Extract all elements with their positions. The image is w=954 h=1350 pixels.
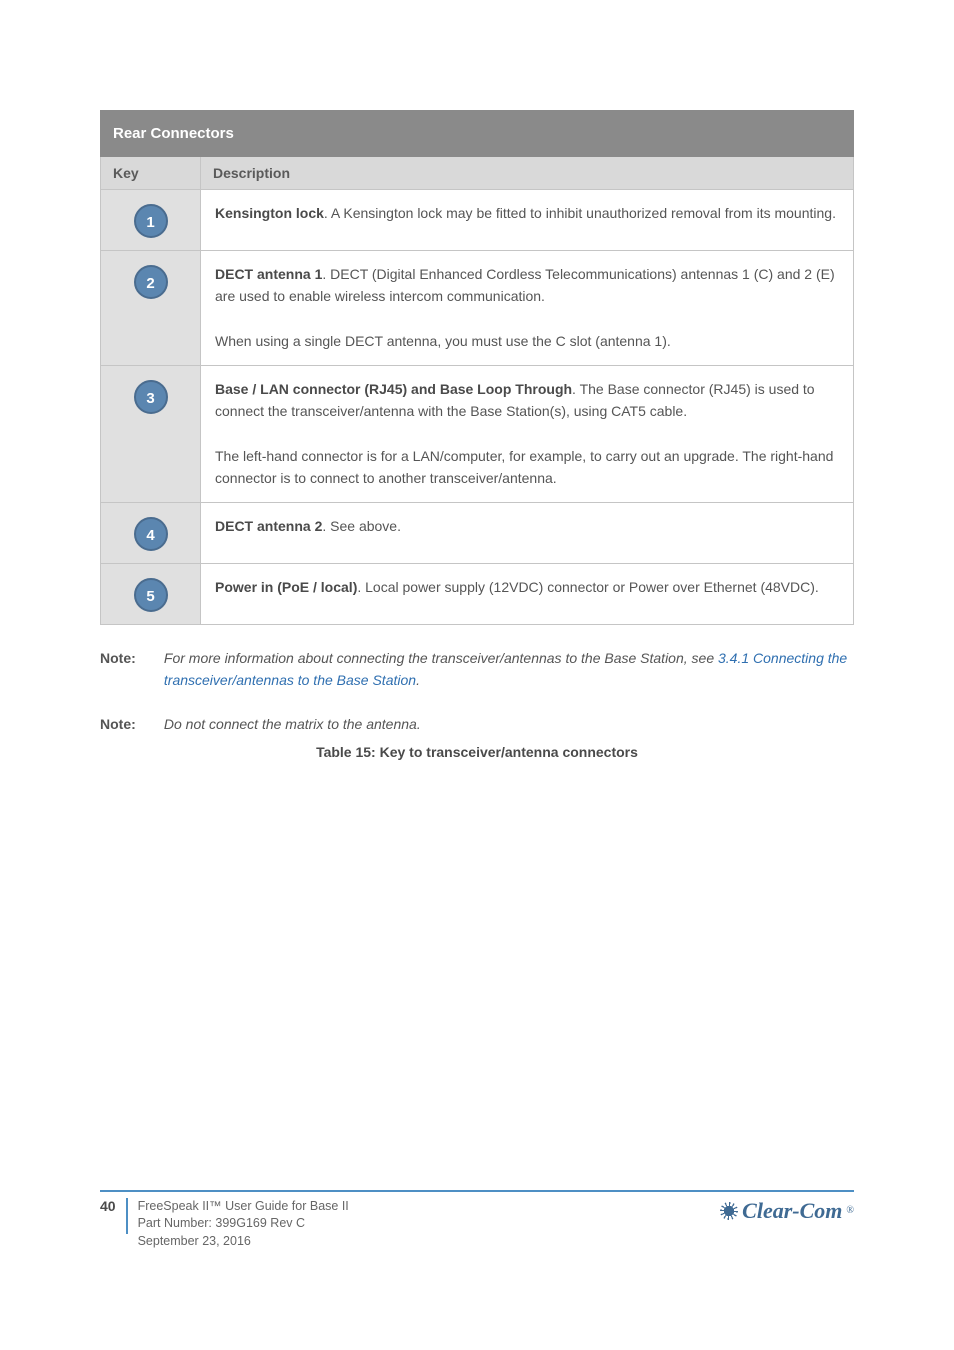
doc-info: FreeSpeak II™ User Guide for Base II Par… — [138, 1198, 349, 1251]
bullet-icon: 5 — [134, 578, 168, 612]
table-caption: Table 15: Key to transceiver/antenna con… — [100, 744, 854, 760]
bullet-icon: 4 — [134, 517, 168, 551]
note-label: Note: — [100, 713, 160, 735]
desc-cell: DECT antenna 2. See above. — [201, 502, 854, 563]
col-header-desc: Description — [201, 157, 854, 190]
brand-logo: Clear-Com® — [720, 1198, 854, 1224]
key-cell: 1 — [101, 190, 201, 251]
footer-divider — [126, 1198, 128, 1234]
page-number: 40 — [100, 1198, 126, 1214]
table-group-header: Rear Connectors — [101, 111, 854, 157]
desc-cell: Power in (PoE / local). Local power supp… — [201, 563, 854, 624]
bullet-icon: 2 — [134, 265, 168, 299]
row-label: DECT antenna 2 — [215, 518, 322, 534]
brand-icon — [720, 1202, 738, 1220]
row-tail: When using a single DECT antenna, you mu… — [215, 333, 671, 349]
note-label: Note: — [100, 647, 160, 669]
bullet-icon: 1 — [134, 204, 168, 238]
col-header-key: Key — [101, 157, 201, 190]
key-cell: 4 — [101, 502, 201, 563]
row-label: DECT antenna 1 — [215, 266, 322, 282]
key-cell: 5 — [101, 563, 201, 624]
table-row: 1 Kensington lock. A Kensington lock may… — [101, 190, 854, 251]
table-row: 4 DECT antenna 2. See above. — [101, 502, 854, 563]
table-row: 3 Base / LAN connector (RJ45) and Base L… — [101, 365, 854, 502]
page-footer: 40 FreeSpeak II™ User Guide for Base II … — [100, 1190, 854, 1251]
rear-connectors-table: Rear Connectors Key Description 1 Kensin… — [100, 110, 854, 625]
footer-rule — [100, 1190, 854, 1192]
note-text: For more information about connecting th… — [164, 647, 848, 692]
bullet-icon: 3 — [134, 380, 168, 414]
table-row: 5 Power in (PoE / local). Local power su… — [101, 563, 854, 624]
row-label: Power in (PoE / local) — [215, 579, 357, 595]
row-body: Local power supply (12VDC) connector or … — [365, 579, 819, 595]
key-cell: 2 — [101, 251, 201, 366]
footer-left: 40 FreeSpeak II™ User Guide for Base II … — [100, 1198, 349, 1251]
desc-cell: DECT antenna 1. DECT (Digital Enhanced C… — [201, 251, 854, 366]
note-text: Do not connect the matrix to the antenna… — [164, 713, 848, 735]
table-row: 2 DECT antenna 1. DECT (Digital Enhanced… — [101, 251, 854, 366]
note-block-2: Note: Do not connect the matrix to the a… — [100, 713, 854, 735]
row-tail: The left-hand connector is for a LAN/com… — [215, 448, 833, 486]
desc-cell: Kensington lock. A Kensington lock may b… — [201, 190, 854, 251]
row-label: Kensington lock — [215, 205, 324, 221]
row-body: A Kensington lock may be fitted to inhib… — [331, 205, 836, 221]
key-cell: 3 — [101, 365, 201, 502]
note-block-1: Note: For more information about connect… — [100, 647, 854, 692]
row-label: Base / LAN connector (RJ45) and Base Loo… — [215, 381, 572, 397]
desc-cell: Base / LAN connector (RJ45) and Base Loo… — [201, 365, 854, 502]
row-body: See above. — [330, 518, 401, 534]
